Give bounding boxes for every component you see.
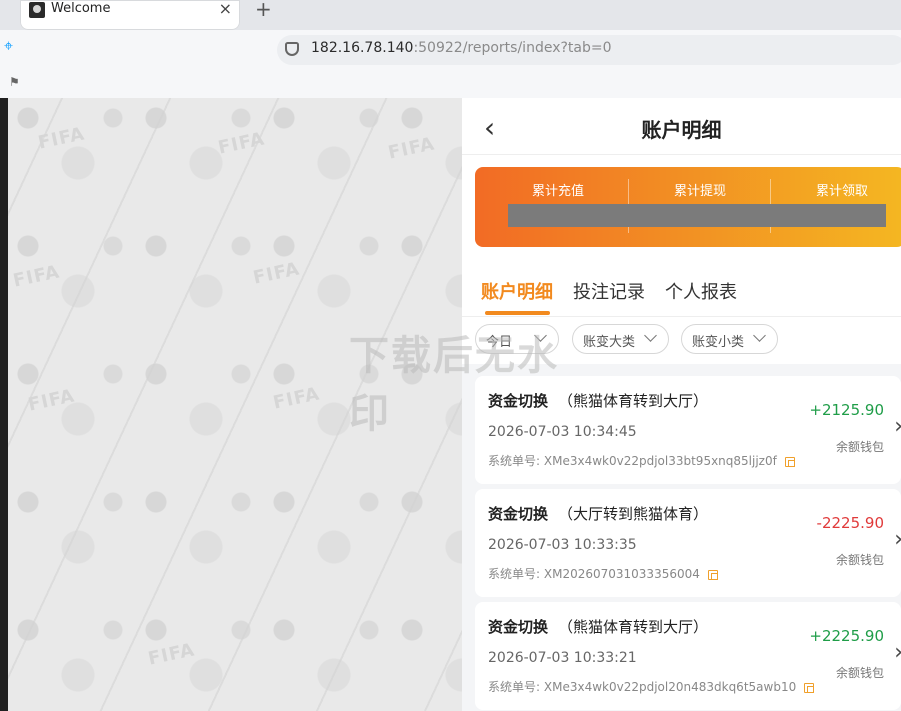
copy-icon[interactable] [707, 569, 718, 580]
chevron-right-icon[interactable]: › [894, 414, 901, 439]
record-card[interactable]: 资金切换 （熊猫体育转到大厅） 2026-07-03 10:33:21 系统单号:… [475, 602, 901, 710]
fifa-logo-text: FIFA [216, 128, 267, 159]
record-card[interactable]: 资金切换 （大厅转到熊猫体育） 2026-07-03 10:33:35 系统单号:… [475, 489, 901, 597]
url-host: 182.16.78.140 [311, 40, 414, 56]
major-category-label: 账变大类 [583, 335, 636, 350]
records-list: 资金切换 （熊猫体育转到大厅） 2026-07-03 10:34:45 系统单号:… [462, 364, 901, 711]
tab-title: Welcome [51, 1, 111, 16]
redacted-values [508, 204, 886, 227]
page-header: ‹ 账户明细 [462, 98, 901, 155]
fifa-logo-text: FIFA [26, 385, 77, 416]
record-order: 系统单号: XMe3x4wk0v22pdjol33bt95xnq85ljjz0f [488, 452, 795, 469]
address-bar[interactable]: 182.16.78.140:50922/reports/index?tab=0 [277, 35, 901, 65]
record-title: 资金切换 （大厅转到熊猫体育） [488, 505, 709, 523]
summary-label: 累计领取 [816, 184, 869, 199]
copy-icon[interactable] [804, 682, 815, 693]
record-wallet: 余额钱包 [835, 440, 884, 454]
fifa-logo-text: FIFA [251, 258, 302, 289]
chevron-down-icon [753, 329, 766, 342]
date-filter-label: 今日 [486, 335, 513, 350]
mobile-panel: ‹ 账户明细 累计充值 累计提现 累计领取 账户明细 投注记录 个人报表 今日 … [462, 98, 901, 711]
tab-bar: Welcome × + [0, 0, 901, 30]
chevron-down-icon [644, 329, 657, 342]
fifa-logo-text: FIFA [386, 133, 437, 164]
chevron-right-icon[interactable]: › [894, 527, 901, 552]
date-filter[interactable]: 今日 [475, 324, 559, 354]
bookmarks-bar: ⚑ [0, 68, 901, 98]
fifa-logo-text: FIFA [271, 383, 322, 414]
tabs: 账户明细 投注记录 个人报表 [462, 262, 901, 317]
record-time: 2026-07-03 10:33:35 [488, 537, 637, 553]
favicon-icon [29, 2, 45, 18]
summary-card: 累计充值 累计提现 累计领取 [475, 167, 901, 247]
filter-bar: 今日 账变大类 账变小类 [462, 324, 901, 364]
fifa-logo-text: FIFA [11, 261, 62, 292]
record-amount: +2125.90 [809, 401, 884, 419]
record-time: 2026-07-03 10:33:21 [488, 650, 637, 666]
browser-tab[interactable]: Welcome × [20, 0, 240, 30]
record-wallet: 余额钱包 [835, 666, 884, 680]
fifa-logo-text: FIFA [146, 639, 197, 670]
browser-window: Welcome × + ⌖ 182.16.78.140:50922/report… [0, 0, 901, 711]
record-amount: -2225.90 [816, 514, 884, 532]
copy-icon[interactable] [784, 456, 795, 467]
chevron-right-icon[interactable]: › [894, 640, 901, 665]
chevron-down-icon [534, 329, 547, 342]
close-icon[interactable]: × [219, 0, 232, 18]
url-path: :50922/reports/index?tab=0 [413, 40, 612, 56]
record-time: 2026-07-03 10:34:45 [488, 424, 637, 440]
left-edge [0, 98, 8, 711]
record-title: 资金切换 （熊猫体育转到大厅） [488, 618, 709, 636]
minor-category-label: 账变小类 [692, 335, 745, 350]
cursor-icon: ⌖ [4, 36, 14, 55]
browser-toolbar: ⌖ 182.16.78.140:50922/reports/index?tab=… [0, 30, 901, 68]
active-tab-indicator [485, 311, 550, 315]
record-card[interactable]: 资金切换 （熊猫体育转到大厅） 2026-07-03 10:34:45 系统单号:… [475, 376, 901, 484]
fifa-background: FIFA FIFA FIFA FIFA FIFA FIFA FIFA FIFA [8, 98, 462, 711]
page-title: 账户明细 [641, 118, 722, 142]
flag-icon[interactable]: ⚑ [9, 75, 20, 89]
tab-personal-report[interactable]: 个人报表 [665, 278, 737, 304]
tab-bet-records[interactable]: 投注记录 [573, 278, 645, 304]
plus-icon[interactable]: + [255, 0, 272, 21]
major-category-filter[interactable]: 账变大类 [572, 324, 669, 354]
tab-account-details[interactable]: 账户明细 [481, 278, 553, 304]
minor-category-filter[interactable]: 账变小类 [681, 324, 778, 354]
url-text[interactable]: 182.16.78.140:50922/reports/index?tab=0 [311, 40, 612, 56]
record-title: 资金切换 （熊猫体育转到大厅） [488, 392, 709, 410]
fifa-logo-text: FIFA [36, 123, 87, 154]
record-order: 系统单号: XMe3x4wk0v22pdjol20n483dkq6t5awb10 [488, 678, 815, 695]
shield-icon[interactable] [285, 42, 299, 56]
record-wallet: 余额钱包 [835, 553, 884, 567]
record-amount: +2225.90 [809, 627, 884, 645]
record-order: 系统单号: XM20260703103335​6004 [488, 565, 718, 582]
summary-label: 累计充值 [532, 184, 585, 199]
summary-label: 累计提现 [674, 184, 727, 199]
